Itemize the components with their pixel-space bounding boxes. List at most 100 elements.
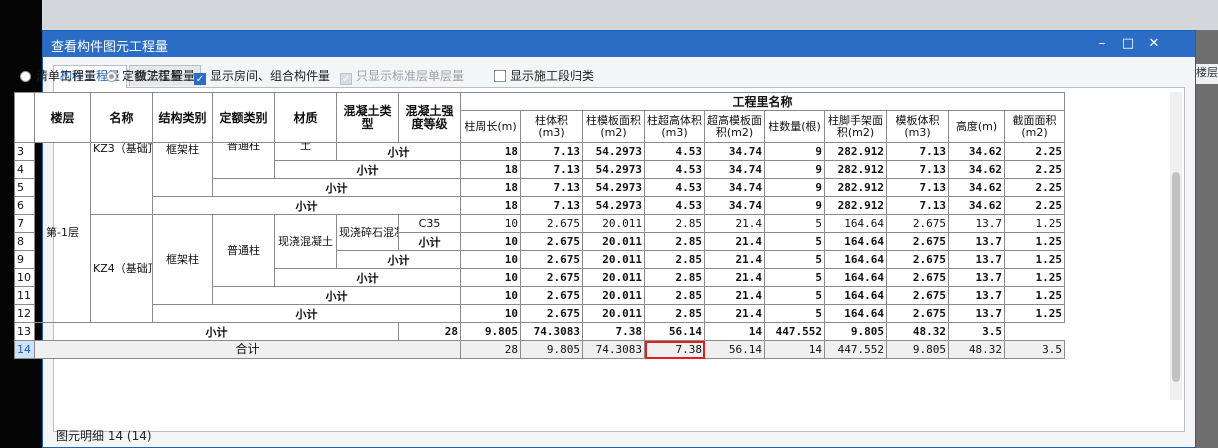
cell: 21.4 [704, 232, 765, 251]
cell: 164.64 [824, 214, 887, 233]
radio-on-icon [106, 71, 117, 82]
maximize-icon[interactable]: □ [1115, 31, 1141, 57]
cell: 3.5 [1003, 340, 1066, 359]
minimize-icon[interactable]: – [1089, 31, 1115, 57]
total-row[interactable]: 14 合计 28 9.805 74.3083 7.38 56.14 14 447.552 9.… [14, 340, 1066, 359]
checkbox-show-rooms[interactable]: ✓ 显示房间、组合构件量 [194, 67, 330, 85]
cell: 2.25 [1003, 178, 1066, 197]
header-floor[interactable]: 楼层 [34, 92, 91, 143]
cell: 21.4 [704, 304, 765, 323]
cell: 164.64 [824, 268, 887, 287]
cell: 4.53 [644, 142, 705, 161]
scroll-thumb[interactable] [1172, 172, 1180, 382]
subtotal-label: 小计 [212, 286, 461, 305]
cell: 7.13 [520, 196, 583, 215]
quota-pt: 普通柱 [212, 214, 275, 287]
subtotal-label: 小计 [274, 268, 461, 287]
vertical-scrollbar[interactable] [1170, 92, 1182, 400]
checkbox-show-segment[interactable]: 显示施工段归类 [494, 67, 594, 84]
title-bar[interactable]: 查看构件图元工程量 – □ ✕ [43, 31, 1195, 57]
cell: 7.13 [886, 196, 949, 215]
table-row[interactable]: 6 小计 18 7.13 54.2973 4.53 34.74 9 282.912 7.13 3… [14, 196, 1066, 215]
row-number[interactable]: 5 [14, 178, 35, 197]
row-number[interactable]: 3 [14, 142, 35, 161]
cell: 2.25 [1003, 160, 1066, 179]
struct-kzz: 框架柱 [152, 142, 213, 197]
cell: 56.14 [644, 322, 705, 341]
cell: 2.85 [644, 214, 705, 233]
header-col-formwork-area[interactable]: 柱模板面积(m2) [582, 110, 645, 143]
cell: 10 [460, 304, 521, 323]
header-row-number [14, 92, 35, 143]
header-name[interactable]: 名称 [90, 92, 153, 143]
close-icon[interactable]: ✕ [1141, 31, 1167, 57]
header-struct[interactable]: 结构类别 [152, 92, 213, 143]
element-detail-count: 图元明细 14 (14) [56, 429, 152, 443]
subtotal-label: 小计 [398, 232, 461, 251]
header-col-section-area[interactable]: 截面面积(m2) [1003, 110, 1066, 143]
subtotal-label: 小计 [34, 322, 399, 341]
header-quota[interactable]: 定额类别 [212, 92, 275, 143]
header-col-count[interactable]: 柱数量(根) [764, 110, 825, 143]
cell: 164.64 [824, 250, 887, 269]
cell: 9 [764, 142, 825, 161]
radio-list-quantity[interactable]: 清单工程量 [20, 67, 96, 84]
table-row[interactable]: 7 KZ4（基础顶~-0.12） 框架柱 普通柱 现浇混凝土 现浇碎石混凝土 C… [14, 214, 1066, 323]
cell: 2.675 [886, 268, 949, 287]
cell: 2.675 [520, 250, 583, 269]
cell: 34.74 [704, 160, 765, 179]
checkbox-checked-icon: ✓ [194, 73, 206, 85]
cell: 34.62 [948, 178, 1005, 197]
cell: 1.25 [1003, 214, 1066, 233]
header-col-formwork-volume[interactable]: 模板体积(m3) [886, 110, 949, 143]
cell: 13.7 [948, 232, 1005, 251]
cell: 13.7 [948, 304, 1005, 323]
row-number[interactable]: 11 [14, 286, 35, 305]
cell: 34.74 [704, 142, 765, 161]
cell: 54.2973 [582, 142, 645, 161]
header-col-scaffold-area[interactable]: 柱脚手架面积(m2) [824, 110, 887, 143]
row-number[interactable]: 7 [14, 214, 35, 233]
cell: 20.011 [582, 304, 645, 323]
cell: 5 [764, 304, 825, 323]
row-number[interactable]: 4 [14, 160, 35, 179]
quota-pt-cut: 普通柱 [212, 142, 275, 179]
row-number[interactable]: 14 [14, 340, 35, 359]
row-number[interactable]: 10 [14, 268, 35, 287]
highlighted-cell[interactable]: 7.38 [644, 340, 705, 359]
row-number[interactable]: 6 [14, 196, 35, 215]
radio-quota-quantity[interactable]: 定额工程量 [106, 67, 182, 84]
row-number[interactable]: 9 [14, 250, 35, 269]
row-number[interactable]: 12 [14, 304, 35, 323]
row-number[interactable]: 13 [14, 322, 35, 341]
cell: 1.25 [1003, 268, 1066, 287]
table-row[interactable]: 12 小计 10 2.675 20.011 2.85 21.4 5 164.64 2.675 1… [14, 304, 1066, 323]
cell: 2.675 [886, 214, 949, 233]
row-number[interactable]: 8 [14, 232, 35, 251]
cell: 20.011 [582, 250, 645, 269]
table-row[interactable]: 13 小计 28 9.805 74.3083 7.38 56.14 14 447.552 9.… [14, 322, 1065, 341]
cell: 2.85 [644, 250, 705, 269]
cell: 2.675 [520, 286, 583, 305]
header-concrete-type[interactable]: 混凝土类型 [336, 92, 399, 143]
cell: 18 [460, 142, 521, 161]
cell: 21.4 [704, 250, 765, 269]
table-row[interactable]: 3 第-1层 KZ3（基础顶~-0.12） 框架柱 普通柱 土 小计 187.1… [14, 142, 1066, 323]
cell: 2.85 [644, 268, 705, 287]
header-col-volume[interactable]: 柱体积(m3) [520, 110, 583, 143]
cell: 48.32 [886, 322, 949, 341]
header-col-height[interactable]: 高度(m) [948, 110, 1005, 143]
cell: 1.25 [1003, 286, 1066, 305]
cell: 20.011 [582, 214, 645, 233]
header-col-perimeter[interactable]: 柱周长(m) [460, 110, 521, 143]
header-col-overheight-formwork[interactable]: 超高模板面积(m2) [704, 110, 765, 143]
cell: 2.675 [886, 232, 949, 251]
material-cut: 土 [274, 142, 337, 161]
header-col-overheight-volume[interactable]: 柱超高体积(m3) [644, 110, 705, 143]
header-concrete-grade[interactable]: 混凝土强度等级 [398, 92, 461, 143]
cell: 10 [460, 286, 521, 305]
window-title: 查看构件图元工程量 [51, 40, 169, 55]
header-material[interactable]: 材质 [274, 92, 337, 143]
cell: 164.64 [824, 232, 887, 251]
subtotal-label: 小计 [212, 178, 461, 197]
